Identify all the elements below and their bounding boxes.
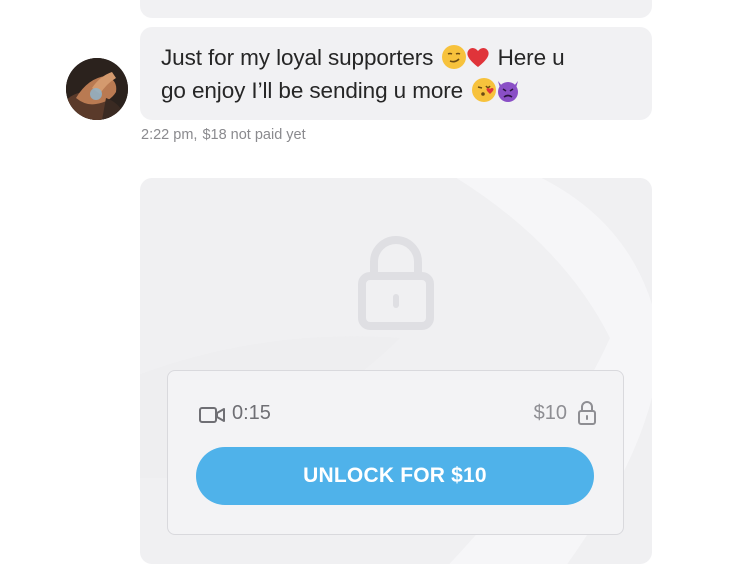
small-lock-icon	[577, 400, 597, 426]
message-line1-text: Just for my loyal supporters	[161, 45, 434, 70]
video-duration: 0:15	[232, 402, 271, 424]
smirking-face-icon	[441, 44, 467, 70]
video-camera-icon	[199, 406, 225, 424]
avatar-image	[66, 58, 128, 120]
lock-icon	[358, 234, 434, 330]
previous-message-bubble	[140, 0, 652, 18]
message-text: Just for my loyal supporters Here u go e…	[161, 41, 632, 107]
unlock-button[interactable]: UNLOCK FOR $10	[196, 447, 594, 505]
face-blowing-kiss-icon	[471, 77, 497, 103]
message-time: 2:22 pm,	[141, 127, 198, 143]
avatar[interactable]	[66, 58, 128, 120]
message-bubble: Just for my loyal supporters Here u go e…	[140, 27, 652, 120]
payment-status: $18 not paid yet	[202, 127, 306, 143]
message-line1-tail: Here u	[497, 45, 565, 70]
red-heart-icon	[465, 44, 491, 70]
unlock-panel: 0:15 $10 UNLOCK FOR $10	[167, 370, 624, 535]
message-line2-text: go enjoy I’ll be sending u more	[161, 78, 464, 103]
angry-devil-icon	[495, 77, 521, 103]
message-meta: 2:22 pm, $18 not paid yet	[141, 127, 306, 143]
media-price: $10	[533, 402, 567, 424]
locked-media-card[interactable]: 0:15 $10 UNLOCK FOR $10	[140, 178, 652, 564]
